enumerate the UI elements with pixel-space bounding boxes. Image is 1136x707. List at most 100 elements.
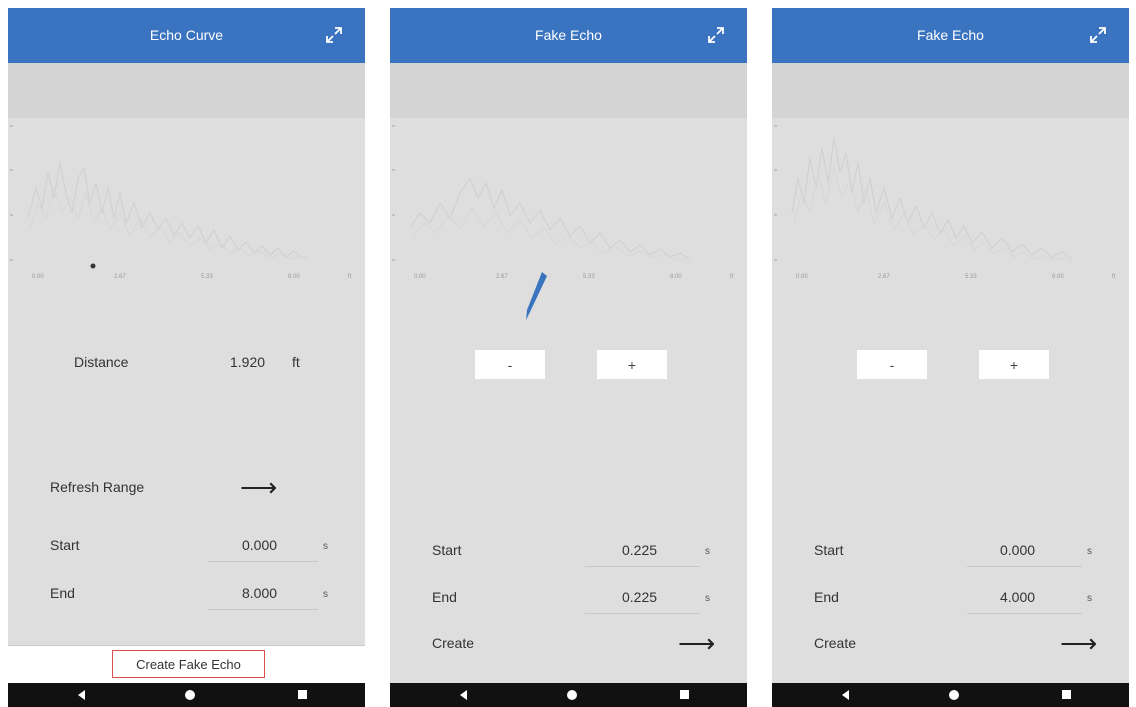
start-field-underline (585, 566, 700, 567)
create-arrow-icon[interactable]: ⟶ (1060, 630, 1097, 656)
app-header: Echo Curve (8, 8, 365, 63)
end-label: End (50, 585, 75, 601)
expand-icon[interactable] (325, 26, 343, 44)
recent-apps-icon[interactable] (680, 690, 689, 699)
end-label: End (432, 589, 457, 605)
plus-button[interactable]: + (979, 350, 1049, 379)
start-field-underline (967, 566, 1082, 567)
app-header: Fake Echo (390, 8, 747, 63)
echo-curve-screen: Echo Curve ≈ ≈ ≈ ≈ 0.00 2.67 5.33 8.00 f… (8, 8, 365, 707)
y-tick-label: ≈ (10, 258, 14, 264)
echo-chart[interactable]: ≈ ≈ ≈ ≈ 0.00 2.67 5.33 8.00 ft (8, 118, 365, 293)
x-tick-label: ft (730, 274, 734, 280)
android-nav-bar (772, 683, 1129, 707)
echo-chart[interactable]: ≈ ≈ ≈ ≈ 0.00 2.67 5.33 8.00 ft (772, 118, 1129, 293)
end-label: End (814, 589, 839, 605)
minus-button[interactable]: - (857, 350, 927, 379)
x-tick-label: 0.00 (32, 274, 44, 280)
y-tick-label: ≈ (392, 124, 396, 130)
back-icon[interactable] (460, 690, 467, 700)
back-icon[interactable] (78, 690, 85, 700)
start-field-underline (208, 561, 318, 562)
end-field[interactable]: 4.000 (1000, 589, 1035, 605)
fake-echo-screen-2: Fake Echo ≈ ≈ ≈ ≈ 0.00 2.67 5.33 8.00 ft… (772, 8, 1129, 707)
toolbar-strip (772, 63, 1129, 118)
x-tick-label: 5.33 (965, 274, 977, 280)
echo-curve-line (27, 162, 309, 259)
page-title: Echo Curve (149, 27, 224, 43)
distance-unit: ft (292, 354, 300, 370)
app-header: Fake Echo (772, 8, 1129, 63)
echo-curve-line (409, 176, 691, 260)
x-tick-label: 0.00 (414, 274, 426, 280)
end-field-underline (208, 609, 318, 610)
y-tick-label: ≈ (10, 124, 14, 130)
back-icon[interactable] (842, 690, 849, 700)
home-icon[interactable] (567, 690, 577, 700)
page-title: Fake Echo (917, 27, 984, 43)
start-field[interactable]: 0.000 (1000, 542, 1035, 558)
android-nav-bar (390, 683, 747, 707)
stylus-pointer-icon (526, 272, 547, 320)
start-field[interactable]: 0.225 (622, 542, 657, 558)
y-tick-label: ≈ (10, 168, 14, 174)
start-unit: s (705, 546, 710, 557)
x-tick-label: 2.67 (878, 274, 890, 280)
page-title: Fake Echo (535, 27, 602, 43)
y-tick-label: ≈ (774, 124, 778, 130)
x-tick-label: ft (1112, 274, 1116, 280)
plus-button[interactable]: + (597, 350, 667, 379)
expand-icon[interactable] (707, 26, 725, 44)
y-tick-label: ≈ (774, 168, 778, 174)
recent-apps-icon[interactable] (1062, 690, 1071, 699)
y-tick-label: ≈ (392, 168, 396, 174)
minus-button[interactable]: - (475, 350, 545, 379)
fake-echo-screen-1: Fake Echo ≈ ≈ ≈ ≈ 0.00 2.67 5.33 8.00 ft… (390, 8, 747, 707)
x-tick-label: 8.00 (288, 274, 300, 280)
end-unit: s (1087, 593, 1092, 604)
end-unit: s (323, 589, 328, 600)
start-label: Start (814, 542, 844, 558)
create-arrow-icon[interactable]: ⟶ (678, 630, 715, 656)
end-unit: s (705, 593, 710, 604)
x-tick-label: 2.67 (496, 274, 508, 280)
home-icon[interactable] (949, 690, 959, 700)
y-tick-label: ≈ (392, 258, 396, 264)
recent-apps-icon[interactable] (298, 690, 307, 699)
create-label: Create (814, 635, 857, 651)
refresh-arrow-icon[interactable]: ⟶ (240, 474, 277, 500)
expand-icon[interactable] (1089, 26, 1107, 44)
toolbar-strip (8, 63, 365, 118)
start-label: Start (50, 537, 80, 553)
echo-chart[interactable]: ≈ ≈ ≈ ≈ 0.00 2.67 5.33 8.00 ft (390, 118, 747, 293)
distance-label: Distance (74, 354, 129, 370)
end-field-underline (967, 613, 1082, 614)
home-icon[interactable] (185, 690, 195, 700)
y-tick-label: ≈ (10, 213, 14, 219)
x-tick-label: 5.33 (583, 274, 595, 280)
action-footer: Create Fake Echo (8, 645, 365, 684)
toolbar-strip (390, 63, 747, 118)
start-label: Start (432, 542, 462, 558)
y-tick-label: ≈ (392, 213, 396, 219)
y-tick-label: ≈ (774, 213, 778, 219)
start-unit: s (1087, 546, 1092, 557)
distance-value: 1.920 (230, 354, 266, 370)
echo-curve-line (791, 137, 1073, 260)
android-nav-bar (8, 683, 365, 707)
x-tick-label: 5.33 (201, 274, 213, 280)
start-field[interactable]: 0.000 (242, 537, 277, 553)
start-unit: s (323, 541, 328, 552)
end-field[interactable]: 0.225 (622, 589, 657, 605)
refresh-range-label: Refresh Range (50, 479, 145, 495)
x-tick-label: 8.00 (670, 274, 682, 280)
marker-point (90, 263, 96, 269)
create-label: Create (432, 635, 475, 651)
create-fake-echo-button[interactable]: Create Fake Echo (112, 650, 265, 678)
end-field[interactable]: 8.000 (242, 585, 277, 601)
x-tick-label: 8.00 (1052, 274, 1064, 280)
x-tick-label: 2.67 (114, 274, 126, 280)
x-tick-label: 0.00 (796, 274, 808, 280)
x-tick-label: ft (348, 274, 352, 280)
y-tick-label: ≈ (774, 258, 778, 264)
